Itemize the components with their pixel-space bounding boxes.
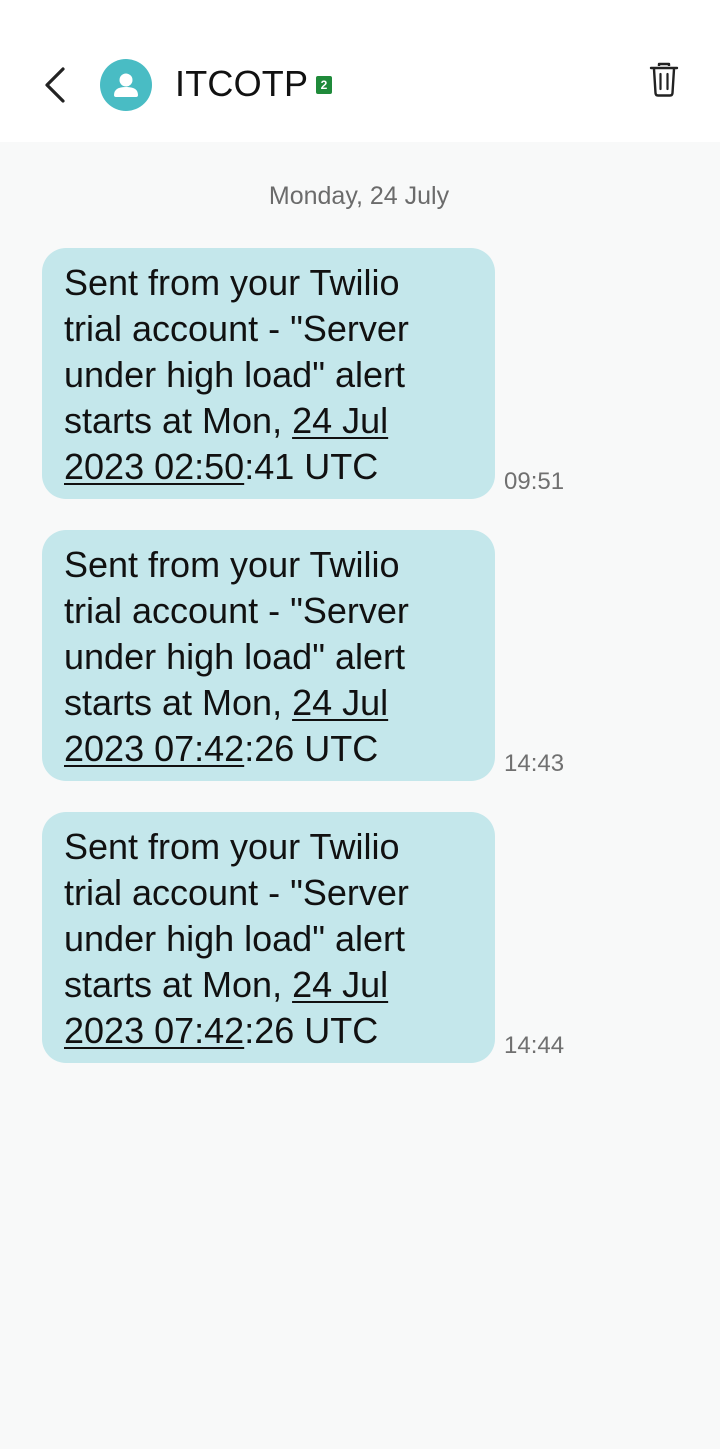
message-timestamp: 09:51 <box>504 468 565 495</box>
sim-badge: 2 <box>316 76 332 94</box>
message-text-line: under high load" alert <box>64 354 406 395</box>
message-text-line: Sent from your Twilio <box>64 826 400 867</box>
message-timestamp: 14:44 <box>504 1032 565 1059</box>
date-link[interactable]: 2023 07:42 <box>64 728 244 769</box>
date-separator: Monday, 24 July <box>268 182 450 210</box>
message-text-line: under high load" alert <box>64 636 406 677</box>
message-text-line: trial account - "Server <box>64 590 409 631</box>
message-text-line: starts at Mon, <box>64 400 293 441</box>
message-text-line: under high load" alert <box>64 918 406 959</box>
date-link[interactable]: 24 Jul <box>292 400 388 441</box>
chevron-left-icon <box>45 67 65 103</box>
date-link[interactable]: 2023 02:50 <box>64 446 244 487</box>
message-text-tail: :26 UTC <box>244 1010 379 1051</box>
contact-avatar[interactable] <box>100 59 152 111</box>
message-text-line: Sent from your Twilio <box>64 262 400 303</box>
message-text-line: starts at Mon, <box>64 682 293 723</box>
message-text-line: starts at Mon, <box>64 964 293 1005</box>
message-text-line: trial account - "Server <box>64 872 409 913</box>
delete-button[interactable] <box>640 56 688 104</box>
message-bubble[interactable]: Sent from your Twilio trial account - "S… <box>42 530 495 781</box>
conversation-header: ITCOTP 2 <box>0 0 720 142</box>
contact-name[interactable]: ITCOTP <box>175 62 308 106</box>
message-timestamp: 14:43 <box>504 750 565 777</box>
message-text-line: Sent from your Twilio <box>64 544 400 585</box>
date-link[interactable]: 24 Jul <box>292 682 388 723</box>
message-text-tail: :41 UTC <box>244 446 379 487</box>
trash-icon <box>649 62 679 97</box>
date-link[interactable]: 2023 07:42 <box>64 1010 244 1051</box>
person-icon <box>114 73 138 97</box>
back-button[interactable] <box>30 58 80 112</box>
message-text-line: trial account - "Server <box>64 308 409 349</box>
message-bubble[interactable]: Sent from your Twilio trial account - "S… <box>42 812 495 1063</box>
message-text-tail: :26 UTC <box>244 728 379 769</box>
date-link[interactable]: 24 Jul <box>292 964 388 1005</box>
message-bubble[interactable]: Sent from your Twilio trial account - "S… <box>42 248 495 499</box>
